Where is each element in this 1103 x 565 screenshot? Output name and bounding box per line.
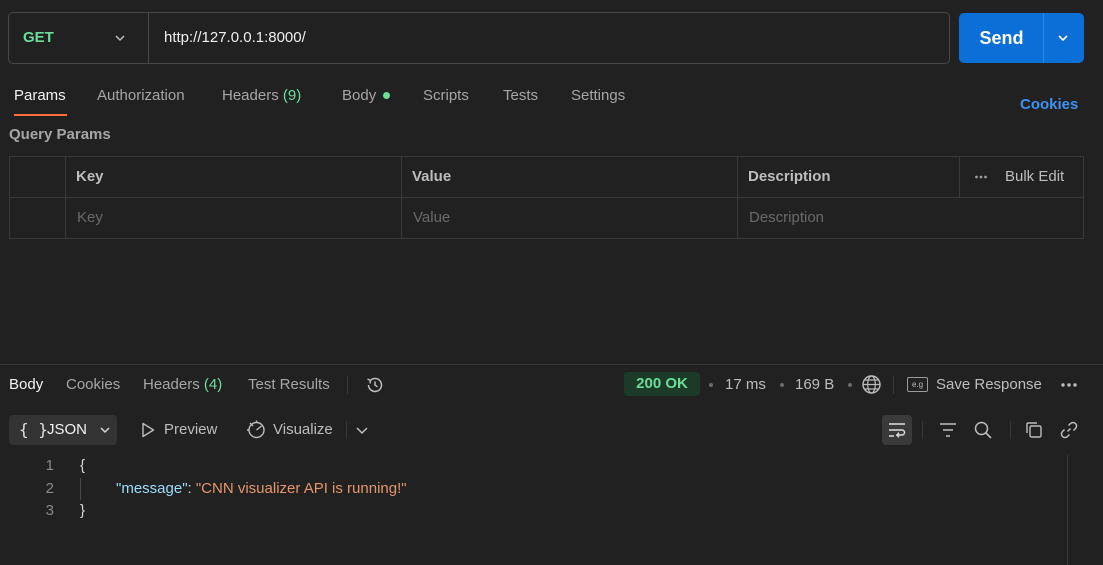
chevron-down-icon (100, 427, 110, 434)
format-selector[interactable]: { } JSON (9, 415, 117, 445)
url-divider (148, 13, 149, 63)
separator-dot (709, 383, 713, 387)
key-input[interactable]: Key (77, 198, 103, 238)
braces-icon: { } (19, 420, 48, 439)
code-line: { (80, 457, 86, 474)
line-number: 3 (45, 502, 54, 519)
column-divider (65, 157, 66, 238)
json-separator: : (187, 480, 196, 497)
status-badge[interactable]: 200 OK (624, 372, 700, 396)
chevron-down-icon[interactable] (353, 421, 373, 441)
toolbar-divider (346, 421, 347, 439)
link-icon[interactable] (1059, 420, 1079, 440)
json-value: "CNN visualizer API is running!" (195, 480, 407, 497)
scrollbar[interactable] (1067, 455, 1068, 565)
column-divider (959, 157, 960, 197)
response-tab-body[interactable]: Body (9, 375, 43, 395)
headers-count: (9) (282, 87, 302, 104)
format-label: JSON (47, 421, 88, 438)
wrap-lines-button[interactable] (882, 415, 912, 445)
tab-separator (347, 376, 348, 394)
filter-icon[interactable] (938, 420, 958, 440)
tab-params[interactable]: Params (14, 86, 66, 106)
tab-scripts[interactable]: Scripts (423, 86, 469, 106)
code-line: "message": "CNN visualizer API is runnin… (116, 478, 407, 500)
preview-button[interactable]: Preview (164, 420, 217, 440)
tab-headers[interactable]: Headers (9) (222, 86, 301, 106)
tab-body-label: Body (342, 87, 377, 104)
value-input[interactable]: Value (413, 198, 450, 238)
description-input[interactable]: Description (749, 198, 824, 238)
tab-settings[interactable]: Settings (571, 86, 625, 106)
column-divider (737, 157, 738, 238)
column-divider (401, 157, 402, 238)
save-response-button[interactable]: Save Response (936, 375, 1042, 395)
bulk-edit-button[interactable]: Bulk Edit (1005, 157, 1064, 197)
separator-dot (780, 383, 784, 387)
body-indicator-dot (383, 91, 391, 99)
url-bar: GET http://127.0.0.1:8000/ (8, 12, 950, 64)
response-divider (0, 364, 1103, 365)
query-params-title: Query Params (9, 126, 111, 143)
tab-authorization[interactable]: Authorization (97, 86, 185, 106)
copy-icon[interactable] (1024, 420, 1044, 440)
send-divider (1043, 13, 1044, 63)
response-tab-headers[interactable]: Headers (4) (143, 375, 222, 395)
wrap-icon (889, 423, 906, 438)
search-icon[interactable] (973, 420, 993, 440)
method-selector[interactable]: GET (23, 13, 54, 63)
toolbar-divider (1010, 421, 1011, 439)
table-row: Key Value Description (10, 198, 1083, 239)
url-input[interactable]: http://127.0.0.1:8000/ (164, 13, 306, 63)
chevron-down-icon[interactable] (1056, 31, 1070, 45)
cookies-link[interactable]: Cookies (1020, 96, 1078, 113)
response-tab-headers-label: Headers (143, 376, 200, 393)
send-label: Send (979, 28, 1024, 48)
more-icon[interactable] (1060, 378, 1078, 392)
tab-headers-label: Headers (222, 87, 279, 104)
query-params-table: Key Value Description Bulk Edit Key Valu… (9, 156, 1084, 239)
separator-dot (848, 383, 852, 387)
json-key: "message" (116, 480, 188, 497)
visualize-icon[interactable] (246, 419, 266, 439)
history-icon[interactable] (365, 375, 385, 395)
chevron-down-icon[interactable] (113, 31, 127, 45)
response-headers-count: (4) (203, 376, 223, 393)
response-size[interactable]: 169 B (795, 375, 834, 395)
play-icon[interactable] (138, 420, 158, 440)
send-button[interactable]: Send (959, 13, 1084, 63)
tab-tests[interactable]: Tests (503, 86, 538, 106)
toolbar-divider (893, 376, 894, 394)
code-line: } (80, 502, 86, 519)
response-time[interactable]: 17 ms (725, 375, 766, 395)
more-icon[interactable] (974, 171, 988, 183)
toolbar-divider (922, 421, 923, 439)
visualize-button[interactable]: Visualize (273, 420, 333, 440)
response-tab-cookies[interactable]: Cookies (66, 375, 120, 395)
table-header-row: Key Value Description Bulk Edit (10, 157, 1083, 198)
indent-guide (80, 478, 81, 500)
line-number: 1 (45, 457, 54, 474)
eg-icon: e.g (907, 377, 928, 392)
response-tab-test-results[interactable]: Test Results (248, 375, 330, 395)
column-key: Key (76, 168, 104, 185)
column-value: Value (412, 168, 452, 185)
active-tab-indicator (14, 114, 67, 116)
line-number: 2 (45, 480, 54, 497)
globe-icon[interactable] (861, 374, 882, 395)
column-description: Description (748, 168, 831, 185)
tab-body[interactable]: Body (342, 86, 391, 106)
